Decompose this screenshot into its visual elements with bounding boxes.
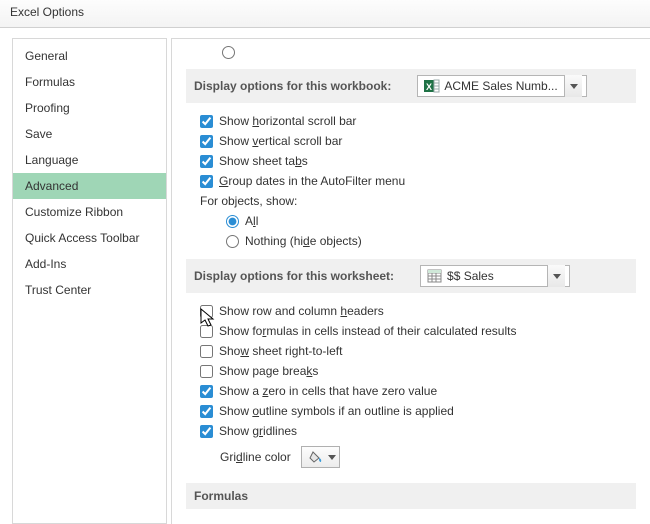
content-panel: Display options for this workbook: X ACM… xyxy=(171,38,650,524)
window-title: Excel Options xyxy=(10,5,84,19)
chevron-down-icon xyxy=(570,84,578,89)
option-vscroll: Show vertical scroll bar xyxy=(200,131,636,151)
sidebar-item-label: Formulas xyxy=(25,75,75,89)
radio-nothing[interactable] xyxy=(226,235,239,248)
checkbox-vscroll[interactable] xyxy=(200,135,213,148)
option-objects-all: All xyxy=(226,211,636,231)
sidebar-item-label: Customize Ribbon xyxy=(25,205,123,219)
sidebar-item-trust-center[interactable]: Trust Center xyxy=(13,277,166,303)
option-show-formulas: Show formulas in cells instead of their … xyxy=(200,321,636,341)
checkbox-rtl[interactable] xyxy=(200,345,213,358)
checkbox-sheettabs[interactable] xyxy=(200,155,213,168)
section-title: Formulas xyxy=(194,489,248,503)
option-rtl: Show sheet right-to-left xyxy=(200,341,636,361)
radio-all[interactable] xyxy=(226,215,239,228)
dropdown-toggle[interactable] xyxy=(564,75,582,97)
sidebar-item-formulas[interactable]: Formulas xyxy=(13,69,166,95)
label-zeros: Show a zero in cells that have zero valu… xyxy=(219,384,437,398)
option-gridlines: Show gridlines xyxy=(200,421,636,441)
checkbox-groupdates[interactable] xyxy=(200,175,213,188)
dropdown-toggle[interactable] xyxy=(547,265,565,287)
sidebar-item-qat[interactable]: Quick Access Toolbar xyxy=(13,225,166,251)
radio-cutoff[interactable] xyxy=(222,46,235,59)
label-groupdates: Group dates in the AutoFilter menu xyxy=(219,174,405,188)
option-groupdates: Group dates in the AutoFilter menu xyxy=(200,171,636,191)
sidebar-item-label: General xyxy=(25,49,68,63)
sidebar-item-addins[interactable]: Add-Ins xyxy=(13,251,166,277)
label-outline: Show outline symbols if an outline is ap… xyxy=(219,404,454,418)
sidebar-item-language[interactable]: Language xyxy=(13,147,166,173)
label-gridlines: Show gridlines xyxy=(219,424,297,438)
sidebar-item-label: Add-Ins xyxy=(25,257,66,271)
cutoff-previous-option xyxy=(186,45,636,59)
worksheet-dropdown-value: $$ Sales xyxy=(447,269,543,283)
label-sheettabs: Show sheet tabs xyxy=(219,154,308,168)
chevron-down-icon xyxy=(328,455,336,460)
sidebar-item-label: Save xyxy=(25,127,52,141)
dialog-body: General Formulas Proofing Save Language … xyxy=(0,28,650,524)
sidebar-item-label: Proofing xyxy=(25,101,70,115)
option-objects-nothing: Nothing (hide objects) xyxy=(226,231,636,251)
worksheet-dropdown[interactable]: $$ Sales xyxy=(420,265,570,287)
paint-bucket-icon xyxy=(308,450,324,464)
label-gridline-color: Gridline color xyxy=(220,450,291,464)
sidebar-item-advanced[interactable]: Advanced xyxy=(13,173,166,199)
checkbox-outline[interactable] xyxy=(200,405,213,418)
sidebar-item-label: Quick Access Toolbar xyxy=(25,231,140,245)
worksheet-icon xyxy=(427,269,443,283)
option-sheettabs: Show sheet tabs xyxy=(200,151,636,171)
option-hscroll: Show horizontal scroll bar xyxy=(200,111,636,131)
label-show-formulas: Show formulas in cells instead of their … xyxy=(219,324,516,338)
label-hscroll: Show horizontal scroll bar xyxy=(219,114,356,128)
section-title: Display options for this workbook: xyxy=(194,79,391,93)
option-outline: Show outline symbols if an outline is ap… xyxy=(200,401,636,421)
sidebar-item-label: Advanced xyxy=(25,179,78,193)
option-zeros: Show a zero in cells that have zero valu… xyxy=(200,381,636,401)
label-rtl: Show sheet right-to-left xyxy=(219,344,342,358)
checkbox-show-formulas[interactable] xyxy=(200,325,213,338)
section-worksheet-display: Display options for this worksheet: $$ S… xyxy=(186,259,636,293)
label-vscroll: Show vertical scroll bar xyxy=(219,134,342,148)
label-objects-show: For objects, show: xyxy=(200,194,297,208)
section-title: Display options for this worksheet: xyxy=(194,269,394,283)
category-sidebar: General Formulas Proofing Save Language … xyxy=(12,38,167,524)
sidebar-item-general[interactable]: General xyxy=(13,43,166,69)
option-pagebreaks: Show page breaks xyxy=(200,361,636,381)
objects-show-label-row: For objects, show: xyxy=(200,191,636,211)
sidebar-item-customize-ribbon[interactable]: Customize Ribbon xyxy=(13,199,166,225)
workbook-dropdown[interactable]: X ACME Sales Numb... xyxy=(417,75,587,97)
label-radio-nothing: Nothing (hide objects) xyxy=(245,234,362,248)
checkbox-pagebreaks[interactable] xyxy=(200,365,213,378)
section-formulas: Formulas xyxy=(186,483,636,509)
checkbox-zeros[interactable] xyxy=(200,385,213,398)
label-pagebreaks: Show page breaks xyxy=(219,364,318,378)
workbook-dropdown-value: ACME Sales Numb... xyxy=(444,79,560,93)
title-bar: Excel Options xyxy=(0,0,650,28)
svg-text:X: X xyxy=(426,82,432,92)
label-rowcol: Show row and column headers xyxy=(219,304,384,318)
excel-icon: X xyxy=(424,79,440,93)
sidebar-item-save[interactable]: Save xyxy=(13,121,166,147)
checkbox-hscroll[interactable] xyxy=(200,115,213,128)
sidebar-item-label: Language xyxy=(25,153,78,167)
sidebar-item-proofing[interactable]: Proofing xyxy=(13,95,166,121)
option-rowcol-headers: Show row and column headers xyxy=(200,301,636,321)
checkbox-rowcol[interactable] xyxy=(200,305,213,318)
label-radio-all: All xyxy=(245,214,258,228)
gridline-color-button[interactable] xyxy=(301,446,340,468)
option-gridline-color: Gridline color xyxy=(220,443,636,471)
sidebar-item-label: Trust Center xyxy=(25,283,91,297)
section-workbook-display: Display options for this workbook: X ACM… xyxy=(186,69,636,103)
checkbox-gridlines[interactable] xyxy=(200,425,213,438)
chevron-down-icon xyxy=(553,274,561,279)
